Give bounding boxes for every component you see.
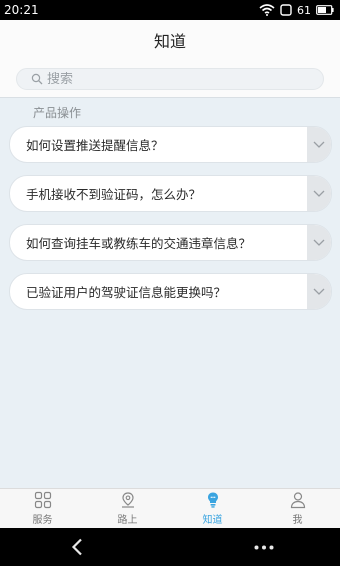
faq-item[interactable]: 如何设置推送提醒信息？: [9, 126, 332, 163]
status-icons: 61: [259, 4, 334, 17]
status-bar: 20:21 61: [0, 0, 340, 20]
bottom-tab-bar: 服务 路上 知道 我: [0, 488, 340, 528]
faq-item[interactable]: 已验证用户的驾驶证信息能更换吗？: [9, 273, 332, 310]
grid-icon: [34, 491, 51, 509]
chevron-down-icon[interactable]: [307, 274, 331, 309]
tab-label: 我: [292, 515, 303, 526]
faq-list: 如何设置推送提醒信息？ 手机接收不到验证码，怎么办？ 如何查询挂车或教练车的交通…: [9, 126, 332, 322]
system-nav-bar: [0, 528, 340, 566]
faq-question: 手机接收不到验证码，怎么办？: [26, 187, 202, 202]
battery-level: 61: [297, 3, 311, 17]
tab-label: 知道: [202, 515, 223, 526]
faq-question: 如何查询挂车或教练车的交通违章信息？: [26, 236, 252, 251]
wifi-icon: [259, 4, 275, 16]
faq-item[interactable]: 手机接收不到验证码，怎么办？: [9, 175, 332, 212]
tab-on-road[interactable]: 路上: [85, 489, 170, 528]
search-input[interactable]: [47, 71, 287, 87]
battery-icon: [316, 5, 334, 15]
tab-me[interactable]: 我: [255, 489, 340, 528]
chevron-down-icon[interactable]: [307, 127, 331, 162]
tab-services[interactable]: 服务: [0, 489, 85, 528]
back-icon[interactable]: [70, 538, 84, 556]
faq-question: 已验证用户的驾驶证信息能更换吗？: [26, 285, 227, 300]
person-icon: [290, 492, 305, 509]
more-icon[interactable]: [254, 545, 274, 550]
faq-question: 如何设置推送提醒信息？: [26, 138, 164, 153]
chevron-down-icon[interactable]: [307, 176, 331, 211]
section-label: 产品操作: [33, 106, 82, 120]
tab-label: 服务: [32, 515, 53, 526]
title-bar: 知道: [0, 20, 340, 60]
page-title: 知道: [153, 32, 186, 51]
search-box[interactable]: [16, 68, 324, 90]
location-icon: [121, 492, 134, 508]
tab-know[interactable]: 知道: [170, 489, 255, 528]
tab-label: 路上: [117, 515, 138, 526]
faq-item[interactable]: 如何查询挂车或教练车的交通违章信息？: [9, 224, 332, 261]
search-icon: [31, 73, 43, 85]
chevron-down-icon[interactable]: [307, 225, 331, 260]
bulb-icon: [207, 492, 218, 508]
screen-icon: [280, 4, 292, 16]
search-container: [0, 60, 340, 98]
status-time: 20:21: [4, 3, 39, 17]
